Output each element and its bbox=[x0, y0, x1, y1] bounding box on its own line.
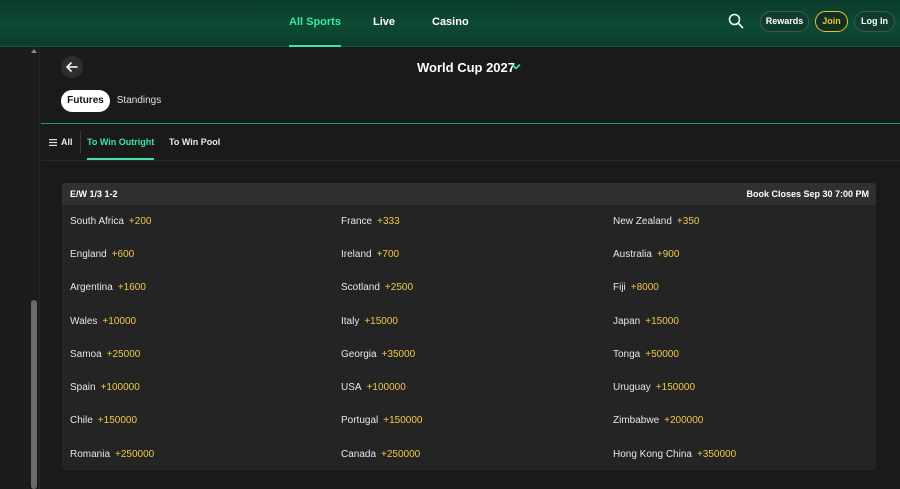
subnav-separator bbox=[80, 131, 81, 153]
selection-name: France bbox=[341, 216, 373, 227]
selection-price[interactable]: +1600 bbox=[118, 282, 146, 293]
selection-name: Portugal bbox=[341, 415, 379, 426]
selection-name: Spain bbox=[70, 382, 96, 393]
nav-tab-casino[interactable]: Casino bbox=[432, 0, 469, 47]
selection-price[interactable]: +150000 bbox=[383, 415, 422, 426]
selection-price[interactable]: +35000 bbox=[382, 349, 416, 360]
market-header: E/W 1/3 1-2 Book Closes Sep 30 7:00 PM bbox=[62, 183, 876, 205]
selection-price[interactable]: +15000 bbox=[645, 316, 679, 327]
selection-price[interactable]: +100000 bbox=[101, 382, 140, 393]
selection-item[interactable]: Romania +250000 bbox=[70, 438, 154, 471]
each-way-terms: E/W 1/3 1-2 bbox=[70, 189, 118, 199]
selection-item[interactable]: South Africa +200 bbox=[70, 205, 151, 238]
selection-price[interactable]: +100000 bbox=[367, 382, 406, 393]
selection-item[interactable]: Argentina +1600 bbox=[70, 271, 146, 304]
segment-standings[interactable]: Standings bbox=[113, 90, 165, 112]
selection-name: Uruguay bbox=[613, 382, 651, 393]
selection-name: Australia bbox=[613, 249, 652, 260]
selection-item[interactable]: Italy +15000 bbox=[341, 305, 398, 338]
selection-name: Romania bbox=[70, 449, 111, 460]
selection-price[interactable]: +200 bbox=[129, 216, 152, 227]
arrow-left-icon bbox=[66, 62, 78, 72]
selection-item[interactable]: Ireland +700 bbox=[341, 238, 399, 271]
selection-item[interactable]: England +600 bbox=[70, 238, 134, 271]
selection-item[interactable]: France +333 bbox=[341, 205, 400, 238]
selection-name: South Africa bbox=[70, 216, 124, 227]
selection-name: England bbox=[70, 249, 107, 260]
selection-name: Zimbabwe bbox=[613, 415, 660, 426]
selection-price[interactable]: +350000 bbox=[697, 449, 736, 460]
selection-item[interactable]: Japan +15000 bbox=[613, 305, 679, 338]
selection-price[interactable]: +333 bbox=[377, 216, 400, 227]
join-button[interactable]: Join bbox=[815, 11, 848, 32]
selection-item[interactable]: Fiji +8000 bbox=[613, 271, 659, 304]
selection-price[interactable]: +350 bbox=[677, 216, 700, 227]
selection-item[interactable]: Scotland +2500 bbox=[341, 271, 413, 304]
chevron-down-icon[interactable] bbox=[511, 62, 521, 72]
selection-price[interactable]: +200000 bbox=[664, 415, 703, 426]
selection-price[interactable]: +250000 bbox=[115, 449, 154, 460]
selection-price[interactable]: +8000 bbox=[631, 282, 659, 293]
selection-price[interactable]: +600 bbox=[112, 249, 135, 260]
selection-item[interactable]: Chile +150000 bbox=[70, 404, 137, 437]
selection-name: Scotland bbox=[341, 282, 380, 293]
scroll-up-arrow[interactable] bbox=[31, 49, 37, 53]
selection-price[interactable]: +10000 bbox=[102, 316, 136, 327]
login-button[interactable]: Log In bbox=[854, 11, 895, 32]
selection-name: Samoa bbox=[70, 349, 102, 360]
selection-item[interactable]: Portugal +150000 bbox=[341, 404, 422, 437]
selection-item[interactable]: New Zealand +350 bbox=[613, 205, 699, 238]
top-nav-bar: All Sports Live Casino Rewards Join Log … bbox=[0, 0, 900, 47]
event-title[interactable]: World Cup 2027 bbox=[417, 60, 515, 75]
book-closes-time: Book Closes Sep 30 7:00 PM bbox=[746, 189, 869, 199]
selection-item[interactable]: Australia +900 bbox=[613, 238, 679, 271]
selection-name: Ireland bbox=[341, 249, 372, 260]
selection-name: Chile bbox=[70, 415, 93, 426]
selection-price[interactable]: +250000 bbox=[381, 449, 420, 460]
selection-name: New Zealand bbox=[613, 216, 672, 227]
selection-price[interactable]: +700 bbox=[377, 249, 400, 260]
selection-name: Fiji bbox=[613, 282, 626, 293]
scrollbar-thumb[interactable] bbox=[31, 300, 37, 489]
selection-price[interactable]: +25000 bbox=[107, 349, 141, 360]
selection-price[interactable]: +2500 bbox=[385, 282, 413, 293]
selection-name: Hong Kong China bbox=[613, 449, 692, 460]
selection-name: Tonga bbox=[613, 349, 641, 360]
selection-name: Argentina bbox=[70, 282, 113, 293]
selection-item[interactable]: Zimbabwe +200000 bbox=[613, 404, 703, 437]
selection-price[interactable]: +900 bbox=[657, 249, 680, 260]
selection-name: Japan bbox=[613, 316, 641, 327]
selection-price[interactable]: +15000 bbox=[364, 316, 398, 327]
selection-item[interactable]: Hong Kong China +350000 bbox=[613, 438, 736, 471]
selection-name: Canada bbox=[341, 449, 377, 460]
selection-item[interactable]: Samoa +25000 bbox=[70, 338, 140, 371]
selection-price[interactable]: +50000 bbox=[645, 349, 679, 360]
rewards-button[interactable]: Rewards bbox=[760, 11, 809, 32]
market-card: E/W 1/3 1-2 Book Closes Sep 30 7:00 PM S… bbox=[62, 183, 876, 470]
selection-item[interactable]: Spain +100000 bbox=[70, 371, 140, 404]
subtab-to-win-outright[interactable]: To Win Outright bbox=[87, 124, 155, 160]
selection-price[interactable]: +150000 bbox=[98, 415, 137, 426]
selection-item[interactable]: Wales +10000 bbox=[70, 305, 136, 338]
selection-name: Italy bbox=[341, 316, 360, 327]
selection-item[interactable]: Uruguay +150000 bbox=[613, 371, 695, 404]
selection-item[interactable]: Canada +250000 bbox=[341, 438, 420, 471]
nav-tab-all-sports[interactable]: All Sports bbox=[289, 0, 341, 47]
back-button[interactable] bbox=[61, 56, 83, 78]
subtab-to-win-pool[interactable]: To Win Pool bbox=[169, 124, 220, 160]
nav-tab-live[interactable]: Live bbox=[373, 0, 395, 47]
menu-icon[interactable] bbox=[49, 139, 57, 146]
selection-name: Georgia bbox=[341, 349, 377, 360]
selection-name: USA bbox=[341, 382, 362, 393]
segment-futures[interactable]: Futures bbox=[61, 90, 110, 112]
selection-item[interactable]: Tonga +50000 bbox=[613, 338, 679, 371]
selection-item[interactable]: USA +100000 bbox=[341, 371, 406, 404]
subtab-all[interactable]: All bbox=[61, 124, 73, 160]
subnav-divider bbox=[41, 160, 900, 161]
selection-name: Wales bbox=[70, 316, 98, 327]
search-icon[interactable] bbox=[728, 13, 744, 29]
selection-item[interactable]: Georgia +35000 bbox=[341, 338, 415, 371]
selection-price[interactable]: +150000 bbox=[656, 382, 695, 393]
